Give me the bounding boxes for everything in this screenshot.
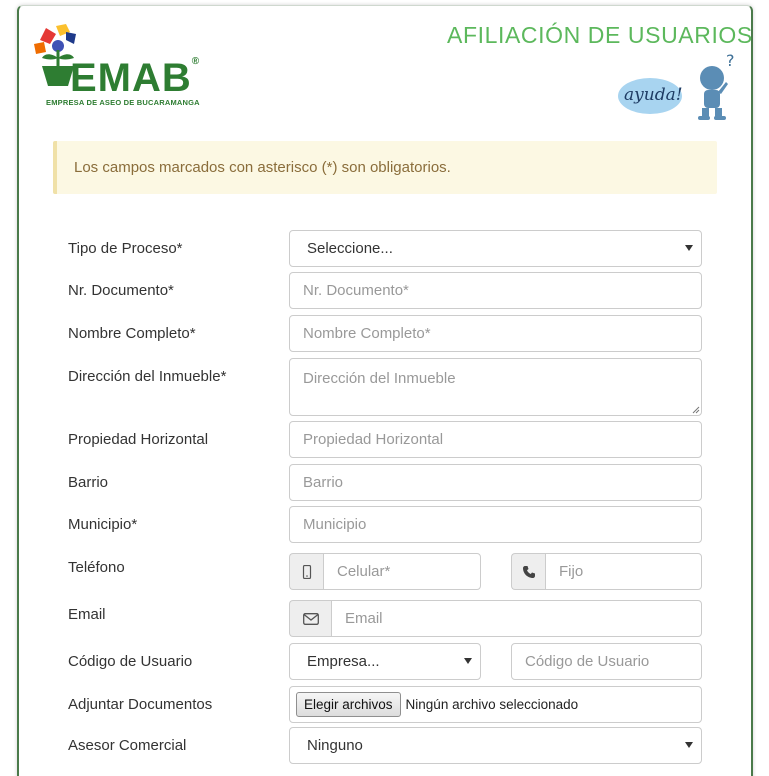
label-email: Email	[68, 606, 106, 623]
email-input[interactable]	[331, 600, 702, 637]
help-label: ayuda!	[624, 85, 683, 105]
fijo-input[interactable]	[545, 553, 702, 590]
propiedad-input[interactable]	[289, 421, 702, 458]
tipo-proceso-select[interactable]: Seleccione...	[289, 230, 702, 267]
resize-grip-icon[interactable]	[692, 406, 700, 414]
file-status: Ningún archivo seleccionado	[405, 697, 579, 712]
label-nombre: Nombre Completo*	[68, 325, 196, 342]
emab-logo: EMAB® EMPRESA DE ASEO DE BUCARAMANGA	[32, 24, 212, 110]
page-title: AFILIACIÓN DE USUARIOS	[447, 22, 753, 48]
tipo-proceso-value: Seleccione...	[307, 240, 393, 257]
empresa-select[interactable]: Empresa...	[289, 643, 481, 680]
codigo-input[interactable]	[511, 643, 702, 680]
label-tipo-proceso: Tipo de Proceso*	[68, 240, 183, 257]
caret-down-icon	[685, 742, 693, 748]
phone-addon	[511, 553, 545, 590]
file-upload: Elegir archivos Ningún archivo seleccion…	[289, 686, 702, 723]
caret-down-icon	[685, 245, 693, 251]
label-codigo: Código de Usuario	[68, 653, 193, 670]
empresa-value: Empresa...	[307, 653, 380, 670]
caret-down-icon	[464, 658, 472, 664]
thinking-person-icon: ?	[698, 52, 735, 120]
documento-input[interactable]	[289, 272, 702, 309]
label-direccion: Dirección del Inmueble*	[68, 368, 227, 385]
required-fields-alert: Los campos marcados con asterisco (*) so…	[53, 141, 717, 194]
phone-icon	[522, 565, 535, 578]
label-asesor: Asesor Comercial	[68, 737, 187, 754]
label-barrio: Barrio	[68, 474, 109, 491]
logo-wordmark: EMAB®	[70, 56, 201, 100]
mobile-addon	[289, 553, 323, 590]
svg-text:?: ?	[726, 52, 735, 70]
barrio-input[interactable]	[289, 464, 702, 501]
label-telefono: Teléfono	[68, 559, 125, 576]
email-addon	[289, 600, 331, 637]
envelope-icon	[302, 612, 319, 625]
nombre-input[interactable]	[289, 315, 702, 352]
logo-subtitle: EMPRESA DE ASEO DE BUCARAMANGA	[46, 98, 200, 107]
mobile-phone-icon	[302, 564, 311, 579]
asesor-value: Ninguno	[307, 737, 363, 754]
asesor-select[interactable]: Ninguno	[289, 727, 702, 764]
label-municipio: Municipio*	[68, 516, 138, 533]
choose-files-button[interactable]: Elegir archivos	[296, 692, 401, 717]
alert-text: Los campos marcados con asterisco (*) so…	[74, 159, 451, 176]
direccion-textarea[interactable]	[289, 358, 702, 416]
municipio-input[interactable]	[289, 506, 702, 543]
label-documento: Nr. Documento*	[68, 282, 174, 299]
label-adjuntar: Adjuntar Documentos	[68, 696, 213, 713]
help-button[interactable]: ayuda! ?	[616, 52, 742, 124]
label-propiedad: Propiedad Horizontal	[68, 431, 209, 448]
celular-input[interactable]	[323, 553, 481, 590]
